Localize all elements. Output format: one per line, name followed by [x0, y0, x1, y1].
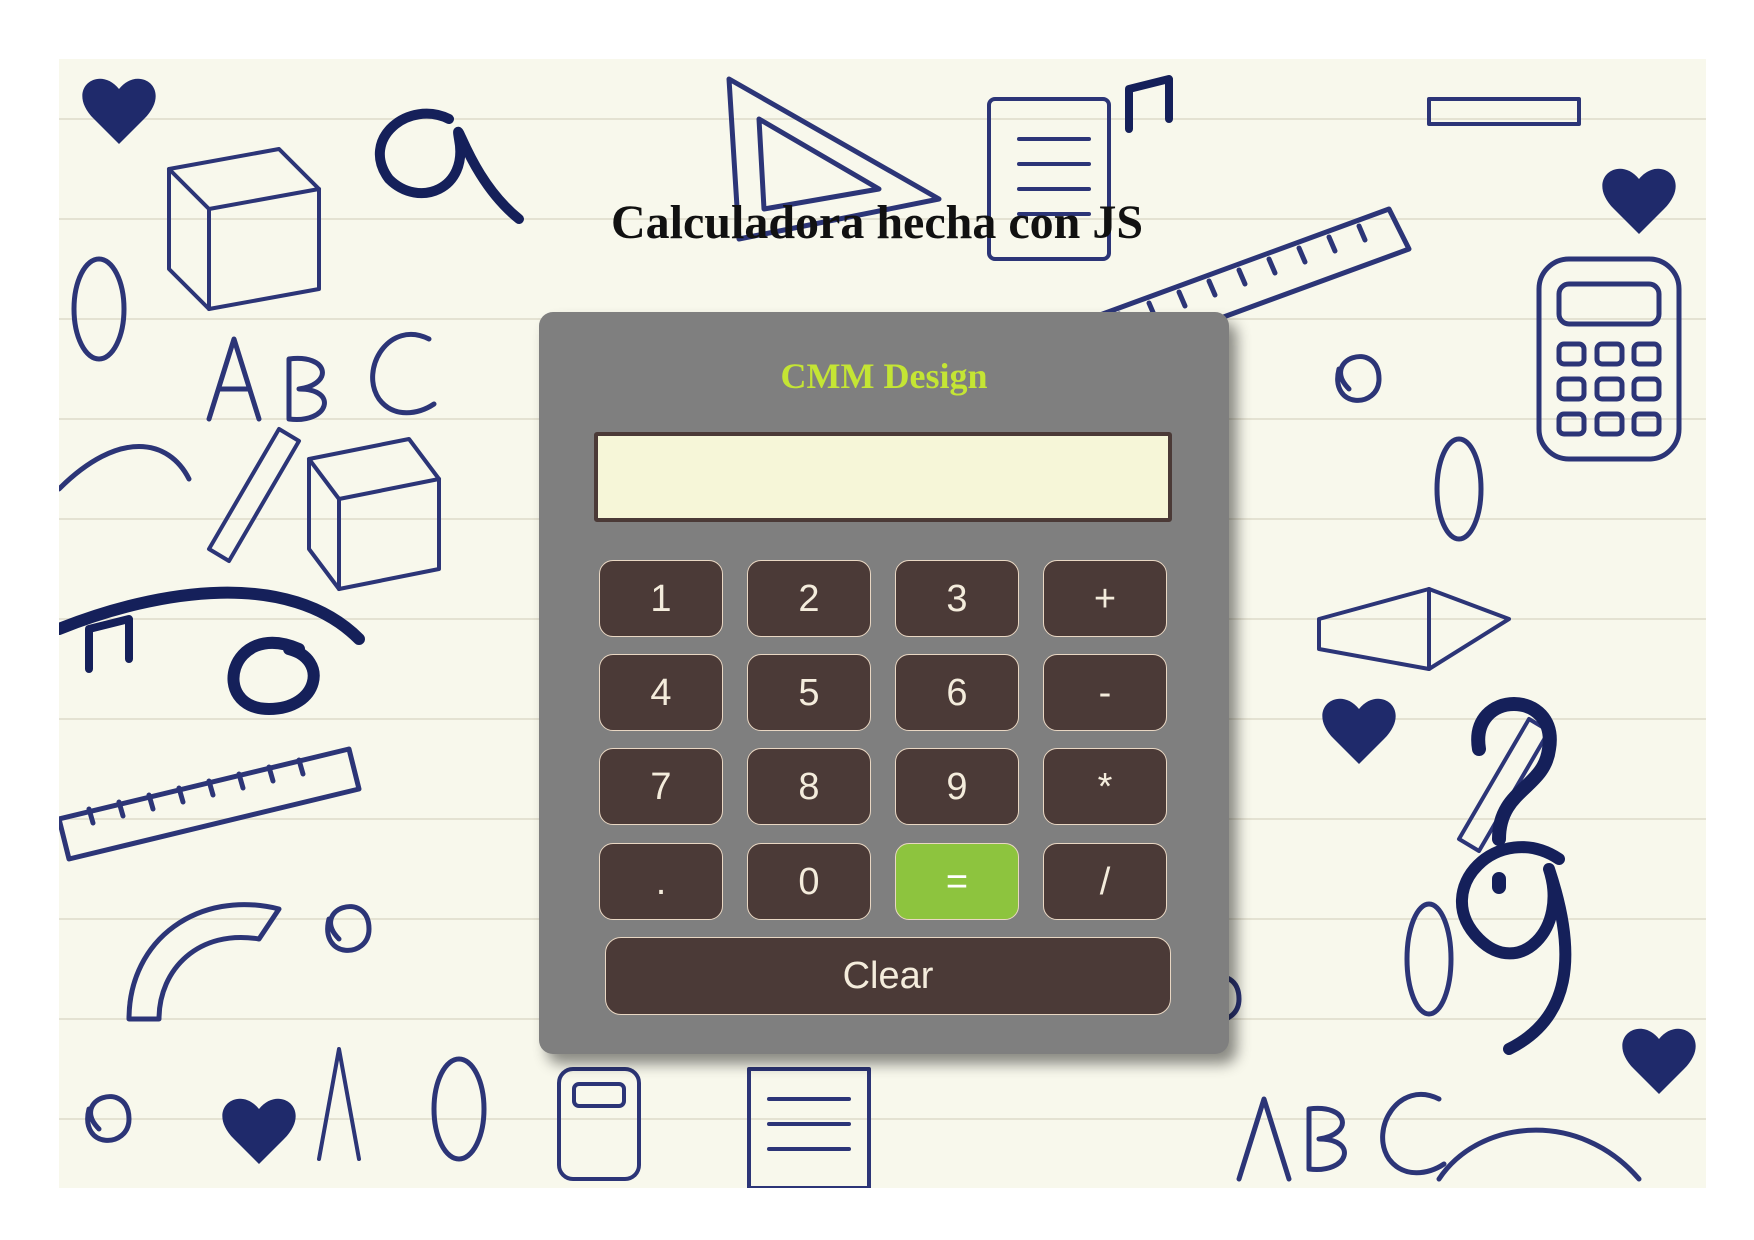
key-7[interactable]: 7 [599, 748, 723, 825]
calculator-display[interactable] [594, 432, 1172, 522]
key-8[interactable]: 8 [747, 748, 871, 825]
key-6[interactable]: 6 [895, 654, 1019, 731]
key-1[interactable]: 1 [599, 560, 723, 637]
key-2[interactable]: 2 [747, 560, 871, 637]
page: Calculadora hecha con JS CMM Design 1 2 … [0, 0, 1754, 1240]
key-divide[interactable]: / [1043, 843, 1167, 920]
key-3[interactable]: 3 [895, 560, 1019, 637]
key-plus[interactable]: + [1043, 560, 1167, 637]
key-minus[interactable]: - [1043, 654, 1167, 731]
key-equals[interactable]: = [895, 843, 1019, 920]
key-decimal[interactable]: . [599, 843, 723, 920]
calculator-brand: CMM Design [780, 356, 988, 396]
key-multiply[interactable]: * [1043, 748, 1167, 825]
key-9[interactable]: 9 [895, 748, 1019, 825]
key-5[interactable]: 5 [747, 654, 871, 731]
key-0[interactable]: 0 [747, 843, 871, 920]
calculator: CMM Design 1 2 3 + 4 5 6 - 7 8 9 * . 0 =… [539, 312, 1229, 1054]
key-4[interactable]: 4 [599, 654, 723, 731]
page-title: Calculadora hecha con JS [610, 196, 1144, 249]
clear-button[interactable]: Clear [605, 937, 1171, 1015]
